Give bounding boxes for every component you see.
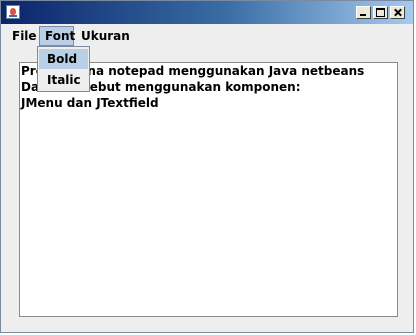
menu-ukuran[interactable]: Ukuran <box>76 26 135 46</box>
maximize-button[interactable] <box>373 6 388 19</box>
menu-item-bold[interactable]: Bold <box>39 49 88 69</box>
text-area[interactable]: Pro derhana notepad menggunakan Java net… <box>19 62 398 317</box>
menu-file[interactable]: File <box>7 26 42 46</box>
menu-item-italic[interactable]: Italic <box>39 70 88 90</box>
close-button[interactable] <box>390 6 405 19</box>
minimize-button[interactable] <box>356 6 371 19</box>
menu-bar: File Font Ukuran <box>1 25 413 47</box>
text-line: JMenu dan JTextfield <box>21 96 159 110</box>
title-bar[interactable] <box>1 1 413 24</box>
java-icon[interactable] <box>6 5 20 19</box>
font-dropdown-menu: Bold Italic <box>37 46 90 92</box>
menu-font[interactable]: Font <box>39 26 75 46</box>
